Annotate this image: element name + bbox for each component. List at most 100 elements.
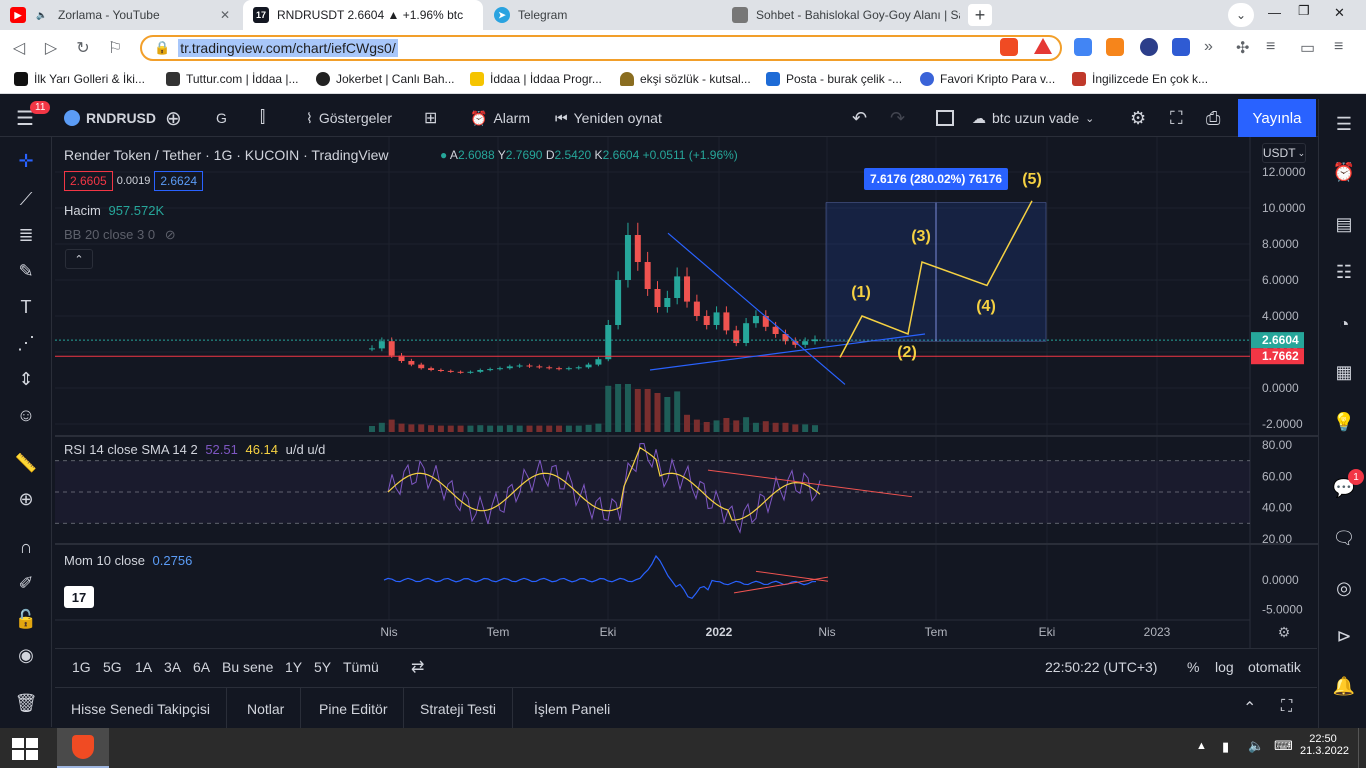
range-ytd[interactable]: Bu sene — [222, 659, 273, 675]
calendar-icon[interactable]: ▦ — [1329, 357, 1359, 387]
play-icon[interactable]: ⊳ — [1329, 621, 1359, 651]
collapse-legend-button[interactable]: ⌃ — [65, 249, 93, 269]
range-6m[interactable]: 6A — [193, 659, 210, 675]
x-tick-label: Tem — [925, 625, 948, 639]
chart-canvas[interactable]: 7.6176 (280.02%) 76176 (1) (2) (3) (4) (5) 12… — [0, 0, 1318, 648]
volume-bar — [595, 423, 602, 432]
volume-bar — [752, 422, 759, 432]
ohlc-close: 2.6604 — [602, 148, 640, 162]
range-5y[interactable]: 5Y — [314, 659, 331, 675]
volume-bar — [782, 422, 789, 432]
windows-start-icon[interactable] — [12, 738, 38, 760]
stream-icon[interactable]: ◎ — [1329, 573, 1359, 603]
status-dot-icon: ● — [440, 148, 448, 162]
volume-bar — [802, 424, 809, 432]
ohlc-high-key: Y — [497, 148, 506, 162]
ohlc-high: 2.7690 — [505, 148, 543, 162]
bid-price[interactable]: 2.6605 — [64, 171, 113, 191]
timer-icon[interactable]: ◔ — [1329, 309, 1359, 339]
currency-select[interactable]: USDT ⌄ — [1262, 143, 1306, 163]
x-tick-label: Nis — [818, 625, 835, 639]
rsi-legend: RSI 14 close SMA 14 2 52.51 46.14 u/d u/… — [64, 442, 326, 457]
percent-toggle[interactable]: % — [1187, 659, 1199, 675]
volume-bar — [487, 425, 494, 432]
volume-bar — [369, 426, 375, 432]
wave-label: (4) — [976, 298, 996, 315]
candle-body — [624, 235, 631, 280]
volume-bar — [477, 425, 484, 432]
ohlc-low-key: D — [545, 148, 555, 162]
trash-icon[interactable]: 🗑 — [10, 689, 42, 717]
tab-notes[interactable]: Notlar — [231, 688, 302, 729]
y-tick-label: 0.0000 — [1262, 381, 1299, 395]
candle-body — [418, 364, 425, 369]
range-1m[interactable]: 1A — [135, 659, 152, 675]
volume-bar — [388, 419, 395, 432]
private-chat-icon[interactable]: 🗨 — [1329, 523, 1359, 553]
ohlc-close-key: K — [594, 148, 603, 162]
volume-bar — [654, 393, 661, 432]
tray-up-icon[interactable]: ▲ — [1196, 740, 1207, 752]
y-tick-label: 4.0000 — [1262, 309, 1299, 323]
ohlc-change: +0.0511 (+1.96%) — [642, 148, 738, 162]
bottom-panel-tabs: Hisse Senedi Takipçisi Notlar Pine Editö… — [55, 687, 1317, 729]
rsi-value: 52.51 — [205, 442, 238, 457]
menu-icon[interactable]: ≡ — [1334, 38, 1352, 56]
watchlist-icon[interactable]: ☰ — [1329, 109, 1359, 139]
volume-bar — [703, 422, 710, 432]
tab-strategy-tester[interactable]: Strateji Testi — [404, 688, 513, 729]
range-1d[interactable]: 1G — [72, 659, 91, 675]
y-tick-label: 8.0000 — [1262, 237, 1299, 251]
range-all[interactable]: Tümü — [343, 659, 379, 675]
windows-taskbar: ▲ ▮ 🔈 ⌨ 22:50 21.3.2022 — [0, 728, 1366, 768]
maximize-panel-icon[interactable]: ⛶ — [1281, 698, 1292, 716]
momentum-value: 0.2756 — [152, 553, 193, 568]
notification-bell-icon[interactable]: 🔔 — [1329, 671, 1359, 701]
candle-body — [447, 370, 454, 372]
goto-date-icon[interactable]: ⇄ — [411, 657, 424, 677]
candle-body — [802, 341, 809, 345]
range-1y[interactable]: 1Y — [285, 659, 302, 675]
range-3m[interactable]: 3A — [164, 659, 181, 675]
ideas-bulb-icon[interactable]: 💡 — [1329, 407, 1359, 437]
taskbar-clock[interactable]: 22:50 21.3.2022 — [1300, 733, 1349, 757]
ask-price[interactable]: 2.6624 — [154, 171, 204, 191]
x-tick-label: Eki — [1039, 625, 1056, 639]
wave-label: (2) — [897, 344, 917, 361]
tab-pine-editor[interactable]: Pine Editör — [303, 688, 405, 729]
candle-body — [595, 359, 602, 365]
tab-stock-screener[interactable]: Hisse Senedi Takipçisi — [55, 688, 228, 729]
volume-bar — [506, 425, 513, 432]
hidden-eye-icon[interactable]: ⊘ — [165, 227, 176, 242]
battery-icon[interactable]: ▮ — [1222, 739, 1229, 755]
bb-legend[interactable]: BB 20 close 3 0 ⊘ — [64, 227, 176, 243]
volume-bar — [634, 389, 641, 432]
chat-badge: 1 — [1348, 469, 1364, 485]
brave-icon — [72, 735, 94, 759]
candle-body — [506, 366, 513, 369]
tab-trading-panel[interactable]: İşlem Paneli — [518, 688, 626, 729]
close-window-button[interactable]: ✕ — [1334, 5, 1345, 21]
candle-body — [556, 368, 563, 370]
log-toggle[interactable]: log — [1215, 659, 1234, 675]
volume-bar — [615, 384, 622, 432]
auto-scale-toggle[interactable]: otomatik — [1248, 659, 1301, 675]
show-desktop-button[interactable] — [1358, 728, 1366, 768]
volume-bar — [575, 425, 582, 432]
candle-body — [565, 368, 572, 370]
brave-taskbar-button[interactable] — [57, 728, 109, 768]
data-window-icon[interactable]: ▤ — [1329, 209, 1359, 239]
range-5d[interactable]: 5G — [103, 659, 122, 675]
candle-body — [487, 369, 494, 371]
volume-icon[interactable]: 🔈 — [1248, 738, 1264, 754]
hotlist-icon[interactable]: ☷ — [1329, 257, 1359, 287]
language-icon[interactable]: ⌨ — [1274, 738, 1293, 754]
alerts-clock-icon[interactable]: ⏰ — [1329, 157, 1359, 187]
volume-bar — [772, 422, 779, 432]
chevron-up-icon[interactable]: ⌃ — [1243, 698, 1256, 718]
candle-body — [693, 301, 700, 316]
rsi-tick-label: 80.00 — [1262, 438, 1292, 452]
candle-body — [388, 341, 395, 356]
clock-time[interactable]: 22:50:22 (UTC+3) — [1045, 659, 1157, 675]
volume-bar — [684, 414, 691, 432]
